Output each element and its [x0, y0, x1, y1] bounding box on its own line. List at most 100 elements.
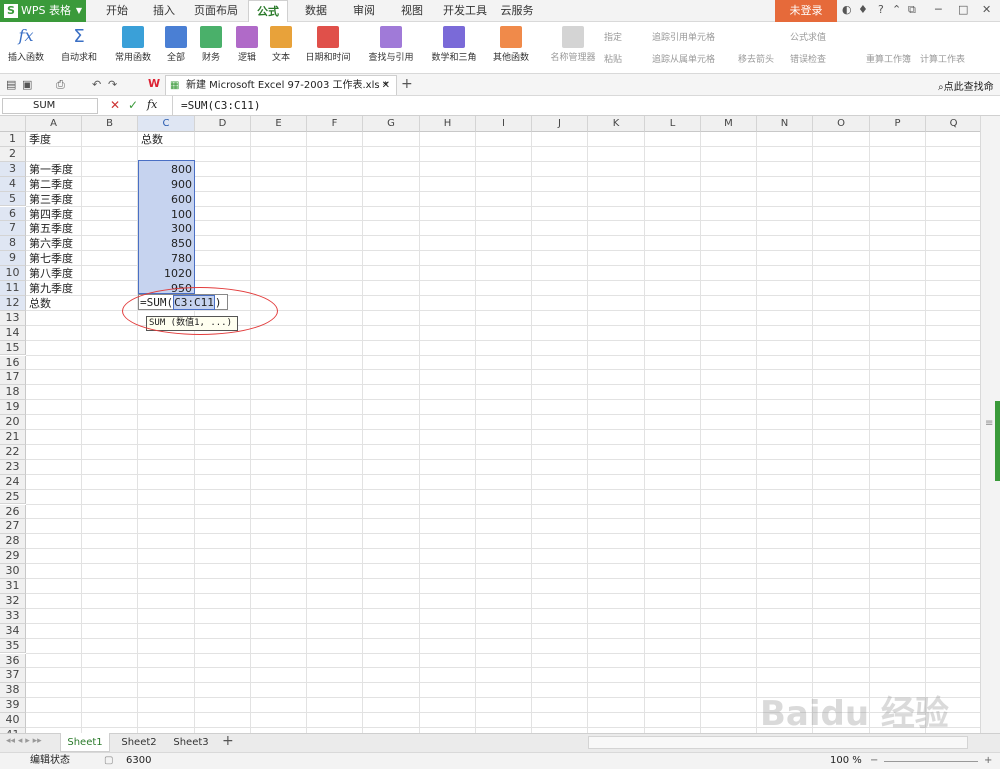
tab-cloud[interactable]: 云服务	[496, 0, 538, 22]
zoom-slider[interactable]	[884, 761, 978, 762]
cell-C4[interactable]: 900	[139, 177, 194, 192]
row-header-17[interactable]: 17	[0, 370, 26, 386]
common-functions-button[interactable]: 常用函数	[108, 22, 158, 74]
row-header-12[interactable]: 12	[0, 295, 26, 311]
cell-A1[interactable]: 季度	[27, 132, 53, 147]
tab-page-layout[interactable]: 页面布局	[190, 0, 242, 22]
column-header-I[interactable]: I	[476, 116, 532, 132]
cell-C8[interactable]: 850	[139, 236, 194, 251]
row-header-19[interactable]: 19	[0, 400, 26, 416]
print-icon[interactable]: ⎙	[56, 78, 65, 92]
select-all-corner[interactable]	[0, 116, 26, 132]
undo-icon[interactable]: ↶	[92, 78, 101, 91]
shirt-icon[interactable]: ♦	[858, 3, 868, 16]
column-header-P[interactable]: P	[870, 116, 926, 132]
evaluate-formula-button[interactable]: 公式求值	[790, 30, 826, 43]
finance-button[interactable]: 财务	[194, 22, 228, 74]
help-icon[interactable]: ?	[878, 3, 884, 16]
column-header-J[interactable]: J	[532, 116, 588, 132]
row-header-40[interactable]: 40	[0, 713, 26, 728]
row-header-23[interactable]: 23	[0, 459, 26, 475]
row-header-8[interactable]: 8	[0, 236, 26, 252]
formula-input[interactable]: =SUM(C3:C11)	[172, 96, 980, 116]
column-header-K[interactable]: K	[588, 116, 645, 132]
app-menu-button[interactable]: S WPS 表格 ▼	[0, 0, 86, 22]
tab-formula[interactable]: 公式	[248, 0, 288, 22]
tab-data[interactable]: 数据	[296, 0, 336, 22]
row-header-29[interactable]: 29	[0, 549, 26, 565]
close-icon[interactable]: ✕	[982, 3, 991, 16]
row-header-15[interactable]: 15	[0, 340, 26, 356]
tab-insert[interactable]: 插入	[144, 0, 184, 22]
redo-icon[interactable]: ↷	[108, 78, 117, 91]
cell-C7[interactable]: 300	[139, 221, 194, 236]
chevron-up-icon[interactable]: ⌃	[892, 3, 901, 16]
cell-C10[interactable]: 1020	[139, 266, 194, 281]
column-header-L[interactable]: L	[645, 116, 701, 132]
row-header-13[interactable]: 13	[0, 310, 26, 326]
add-sheet-icon[interactable]: +	[222, 733, 234, 749]
maximize-icon[interactable]: □	[958, 3, 968, 16]
row-header-28[interactable]: 28	[0, 534, 26, 550]
name-box[interactable]: SUM	[2, 98, 98, 114]
insert-function-button[interactable]: fx 插入函数	[2, 22, 50, 74]
new-tab-icon[interactable]: +	[401, 76, 413, 92]
cell-C9[interactable]: 780	[139, 251, 194, 266]
column-header-E[interactable]: E	[251, 116, 307, 132]
text-button[interactable]: 文本	[264, 22, 298, 74]
cancel-icon[interactable]: ✕	[110, 98, 120, 112]
column-header-N[interactable]: N	[757, 116, 813, 132]
calc-sheet-button[interactable]: 计算工作表	[920, 52, 965, 65]
drag-handle-icon[interactable]: ≡	[985, 418, 993, 429]
row-header-32[interactable]: 32	[0, 593, 26, 609]
row-header-25[interactable]: 25	[0, 489, 26, 505]
cell-A3[interactable]: 第一季度	[27, 162, 75, 177]
tab-review[interactable]: 审阅	[344, 0, 384, 22]
zoom-out-icon[interactable]: −	[870, 753, 878, 769]
row-header-4[interactable]: 4	[0, 176, 26, 192]
cell-A6[interactable]: 第四季度	[27, 207, 75, 222]
column-header-H[interactable]: H	[420, 116, 476, 132]
cell-A10[interactable]: 第八季度	[27, 266, 75, 281]
zoom-in-icon[interactable]: +	[984, 753, 992, 769]
math-button[interactable]: 数学和三角	[424, 22, 484, 74]
row-header-14[interactable]: 14	[0, 325, 26, 341]
cell-C5[interactable]: 600	[139, 192, 194, 207]
wps-w-icon[interactable]: W	[148, 77, 160, 90]
autosum-button[interactable]: Σ 自动求和	[54, 22, 104, 74]
column-header-G[interactable]: G	[363, 116, 420, 132]
side-panel-toggle[interactable]	[995, 401, 1000, 481]
sheet-tab-1[interactable]: Sheet1	[60, 733, 110, 752]
close-tab-icon[interactable]: ✕	[382, 76, 390, 96]
all-functions-button[interactable]: 全部	[160, 22, 192, 74]
row-header-26[interactable]: 26	[0, 504, 26, 520]
save-icon[interactable]: ▣	[22, 78, 32, 91]
row-header-38[interactable]: 38	[0, 683, 26, 699]
row-header-33[interactable]: 33	[0, 608, 26, 624]
trace-dependents-button[interactable]: 追踪从属单元格	[652, 52, 715, 65]
row-header-30[interactable]: 30	[0, 564, 26, 579]
row-header-22[interactable]: 22	[0, 444, 26, 460]
lookup-button[interactable]: 查找与引用	[360, 22, 422, 74]
minimize-icon[interactable]: ─	[935, 3, 942, 16]
row-header-31[interactable]: 31	[0, 579, 26, 594]
cell-C1[interactable]: 总数	[139, 132, 165, 147]
row-header-7[interactable]: 7	[0, 221, 26, 237]
row-header-20[interactable]: 20	[0, 415, 26, 430]
row-header-2[interactable]: 2	[0, 146, 26, 162]
column-header-C[interactable]: C	[138, 116, 195, 132]
open-icon[interactable]: ▤	[6, 78, 16, 91]
logic-button[interactable]: 逻辑	[230, 22, 264, 74]
row-header-3[interactable]: 3	[0, 161, 26, 177]
cell-A11[interactable]: 第九季度	[27, 281, 75, 296]
other-functions-button[interactable]: 其他函数	[486, 22, 536, 74]
column-header-Q[interactable]: Q	[926, 116, 980, 132]
column-header-M[interactable]: M	[701, 116, 757, 132]
cell-A5[interactable]: 第三季度	[27, 192, 75, 207]
remove-arrows-button[interactable]: 移去箭头	[738, 52, 774, 65]
cell-A9[interactable]: 第七季度	[27, 251, 75, 266]
row-header-35[interactable]: 35	[0, 638, 26, 654]
column-header-F[interactable]: F	[307, 116, 363, 132]
cell-A8[interactable]: 第六季度	[27, 236, 75, 251]
column-header-B[interactable]: B	[82, 116, 138, 132]
